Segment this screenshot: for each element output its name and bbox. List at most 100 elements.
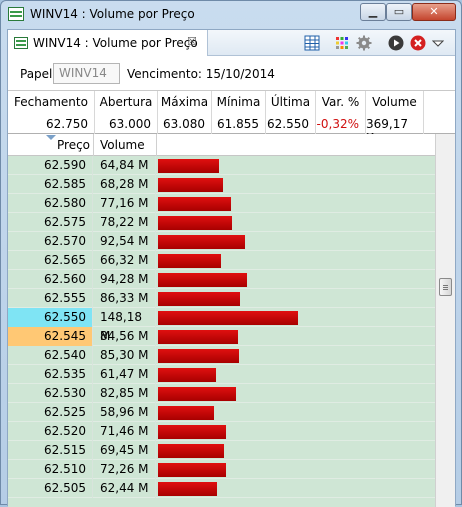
table-row[interactable]: 62.560 94,28 M [8, 270, 435, 289]
stat-header: Var. % [321, 95, 360, 109]
table-row[interactable]: 62.530 82,85 M [8, 384, 435, 403]
price-cell: 62.510 [8, 460, 93, 479]
table-row[interactable]: 62.510 72,26 M [8, 460, 435, 479]
volume-bar [158, 254, 221, 268]
volume-cell: 148,18 M [93, 308, 156, 343]
volume-cell: 71,46 M [93, 422, 156, 441]
window-title: WINV14 : Volume por Preço [30, 7, 195, 21]
column-divider [156, 134, 157, 156]
volume-cell: 66,32 M [93, 251, 156, 270]
stat-maxima: Máxima 63.080 [158, 91, 212, 135]
scrollbar-thumb[interactable] [439, 278, 452, 296]
stat-ultima: Última 62.550 [266, 91, 316, 135]
volume-cell: 84,56 M [93, 327, 156, 346]
gear-icon[interactable] [356, 35, 372, 51]
table-row[interactable]: 62.525 58,96 M [8, 403, 435, 422]
price-cell: 62.505 [8, 479, 93, 498]
price-column-header[interactable]: Preço [57, 138, 90, 152]
volume-cell: 85,30 M [93, 346, 156, 365]
table-row[interactable]: 62.505 62,44 M [8, 479, 435, 498]
sort-indicator-icon [46, 135, 56, 140]
table-row[interactable]: 62.585 68,28 M [8, 175, 435, 194]
play-icon[interactable] [388, 35, 404, 51]
price-cell: 62.535 [8, 365, 93, 384]
volume-bar [158, 482, 217, 496]
volume-bar [158, 216, 232, 230]
volume-bar [158, 368, 216, 382]
stat-value: 62.750 [46, 117, 88, 131]
price-cell: 62.540 [8, 346, 93, 365]
volume-cell: 69,45 M [93, 441, 156, 460]
stat-variacao: Var. % -0,32% [316, 91, 366, 135]
volume-cell: 94,28 M [93, 270, 156, 289]
stat-header: Abertura [99, 95, 153, 109]
price-cell: 62.550 [8, 308, 93, 327]
volume-cell: 68,28 M [93, 175, 156, 194]
volume-cell: 78,22 M [93, 213, 156, 232]
column-divider [93, 134, 94, 156]
volume-bar [158, 235, 245, 249]
table-row[interactable]: 62.545 84,56 M [8, 327, 435, 346]
stat-value: 62.550 [267, 117, 309, 131]
stat-volume: Volume 369,17 K [366, 91, 424, 145]
table-row[interactable]: 62.580 77,16 M [8, 194, 435, 213]
table-row[interactable]: 62.540 85,30 M [8, 346, 435, 365]
price-cell: 62.580 [8, 194, 93, 213]
price-cell: 62.515 [8, 441, 93, 460]
maximize-button[interactable]: ▭ [386, 3, 412, 21]
quote-summary-table: Fechamento 62.750 Abertura 63.000 Máxima… [8, 90, 455, 145]
color-palette-icon[interactable] [334, 35, 350, 51]
close-button[interactable]: ✕ [412, 3, 456, 21]
stat-header: Volume [372, 95, 417, 109]
tab-close-icon[interactable]: ☒ [187, 35, 197, 48]
price-cell: 62.530 [8, 384, 93, 403]
volume-bar [158, 387, 236, 401]
volume-cell: 86,33 M [93, 289, 156, 308]
minimize-button[interactable]: ▁ [360, 3, 386, 21]
papel-field[interactable]: WINV14 [53, 63, 120, 84]
table-row[interactable]: 62.570 92,54 M [8, 232, 435, 251]
price-cell: 62.560 [8, 270, 93, 289]
stat-minima: Mínima 61.855 [212, 91, 266, 135]
stat-value: 63.080 [163, 117, 205, 131]
volume-bar [158, 311, 298, 325]
table-row[interactable]: 62.565 66,32 M [8, 251, 435, 270]
price-cell: 62.545 [8, 327, 93, 346]
price-cell: 62.590 [8, 156, 93, 175]
table-row[interactable]: 62.515 69,45 M [8, 441, 435, 460]
grid-view-icon[interactable] [304, 35, 320, 51]
vertical-scrollbar[interactable] [435, 134, 455, 507]
stat-value: -0,32% [316, 117, 359, 131]
volume-bar [158, 349, 239, 363]
table-row[interactable]: 62.535 61,47 M [8, 365, 435, 384]
volume-cell: 64,84 M [93, 156, 156, 175]
table-row[interactable]: 62.550 148,18 M [8, 308, 435, 343]
volume-view: WINV14 : Volume por Preço ☒ Papel WINV14… [7, 29, 456, 507]
volume-cell: 58,96 M [93, 403, 156, 422]
vencimento-label: Vencimento: 15/10/2014 [127, 67, 275, 81]
price-cell: 62.575 [8, 213, 93, 232]
table-row[interactable]: 62.555 86,33 M [8, 289, 435, 308]
volume-bar [158, 178, 223, 192]
view-menu-chevron-icon[interactable] [432, 35, 444, 51]
volume-cell: 61,47 M [93, 365, 156, 384]
tab-volume-por-preco[interactable]: WINV14 : Volume por Preço ☒ [8, 30, 208, 56]
table-row[interactable]: 62.520 71,46 M [8, 422, 435, 441]
price-cell: 62.585 [8, 175, 93, 194]
stop-icon[interactable] [410, 35, 426, 51]
stat-header: Fechamento [14, 95, 88, 109]
price-cell: 62.555 [8, 289, 93, 308]
stat-value: 61.855 [217, 117, 259, 131]
table-row[interactable]: 62.590 64,84 M [8, 156, 435, 175]
stat-header: Máxima [160, 95, 209, 109]
price-cell: 62.565 [8, 251, 93, 270]
table-icon [14, 37, 28, 49]
volume-column-header[interactable]: Volume [100, 138, 145, 152]
volume-bar [158, 273, 247, 287]
table-icon [8, 7, 24, 21]
stat-abertura: Abertura 63.000 [95, 91, 158, 135]
volume-bar [158, 406, 214, 420]
table-row[interactable]: 62.575 78,22 M [8, 213, 435, 232]
volume-bar [158, 463, 226, 477]
title-bar: WINV14 : Volume por Preço ▁ ▭ ✕ [1, 1, 461, 29]
